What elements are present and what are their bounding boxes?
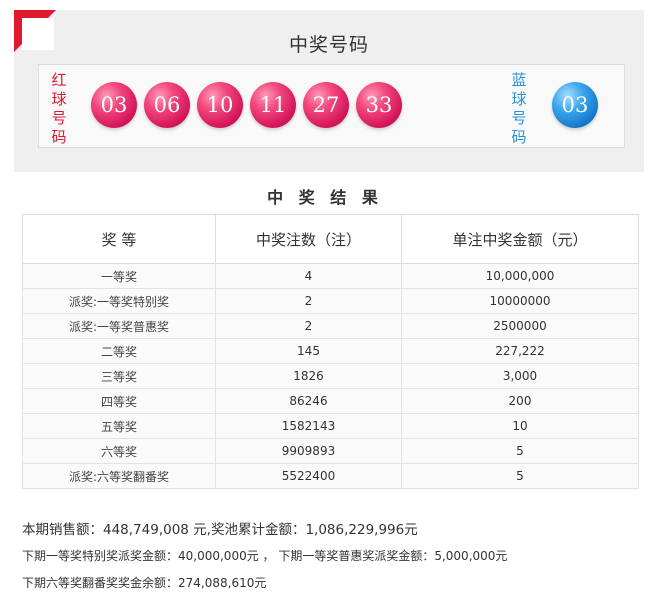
winner-count: 9909893 xyxy=(215,438,402,464)
prize-level: 一等奖 xyxy=(22,263,216,289)
winner-count: 2 xyxy=(215,313,402,339)
winner-count: 2 xyxy=(215,288,402,314)
prize-amount: 10,000,000 xyxy=(401,263,639,289)
col-header-amount: 单注中奖金额（元） xyxy=(401,214,639,264)
red-ball: 11 xyxy=(250,82,296,128)
prize-amount: 5 xyxy=(401,463,639,489)
red-ball: 33 xyxy=(356,82,402,128)
col-header-level: 奖 等 xyxy=(22,214,216,264)
winner-count: 86246 xyxy=(215,388,402,414)
blue-ball: 03 xyxy=(552,82,598,128)
prize-level: 五等奖 xyxy=(22,413,216,439)
winner-count: 145 xyxy=(215,338,402,364)
table-row: 六等奖 9909893 5 xyxy=(22,438,639,464)
prize-amount: 227,222 xyxy=(401,338,639,364)
red-ball-label: 红球号码 xyxy=(51,71,67,146)
table-header-row: 奖 等 中奖注数（注） 单注中奖金额（元） xyxy=(22,214,639,264)
winning-numbers-title: 中奖号码 xyxy=(288,34,369,56)
table-row: 四等奖 86246 200 xyxy=(22,388,639,414)
prize-level: 二等奖 xyxy=(22,338,216,364)
prize-level: 派奖:一等奖特别奖 xyxy=(22,288,216,314)
prize-results-table: 奖 等 中奖注数（注） 单注中奖金额（元） 一等奖 4 10,000,000 派… xyxy=(22,214,639,489)
red-ball: 03 xyxy=(91,82,137,128)
prize-amount: 2500000 xyxy=(401,313,639,339)
table-row: 一等奖 4 10,000,000 xyxy=(22,263,639,289)
prize-amount: 5 xyxy=(401,438,639,464)
prize-level: 四等奖 xyxy=(22,388,216,414)
table-row: 二等奖 145 227,222 xyxy=(22,338,639,364)
winner-count: 1826 xyxy=(215,363,402,389)
prize-amount: 10000000 xyxy=(401,288,639,314)
red-ball: 27 xyxy=(303,82,349,128)
winner-count: 4 xyxy=(215,263,402,289)
blue-ball-label: 蓝球号码 xyxy=(511,71,527,146)
prize-level: 派奖:一等奖普惠奖 xyxy=(22,313,216,339)
prize-level: 六等奖 xyxy=(22,438,216,464)
table-row: 派奖:一等奖普惠奖 2 2500000 xyxy=(22,313,639,339)
red-ball: 10 xyxy=(197,82,243,128)
table-row: 三等奖 1826 3,000 xyxy=(22,363,639,389)
prize-amount: 200 xyxy=(401,388,639,414)
prize-level: 三等奖 xyxy=(22,363,216,389)
col-header-count: 中奖注数（注） xyxy=(215,214,402,264)
table-row: 派奖:一等奖特别奖 2 10000000 xyxy=(22,288,639,314)
prize-amount: 3,000 xyxy=(401,363,639,389)
prize-amount: 10 xyxy=(401,413,639,439)
next-draw-bonus-text: 下期一等奖特别奖派奖金额：40,000,000元 ， 下期一等奖普惠奖派奖金额：… xyxy=(22,549,508,563)
table-row: 派奖:六等奖翻番奖 5522400 5 xyxy=(22,463,639,489)
results-title: 中 奖 结 果 xyxy=(267,188,383,207)
table-row: 五等奖 1582143 10 xyxy=(22,413,639,439)
sixth-prize-bonus-balance-text: 下期六等奖翻番奖奖金余额：274,088,610元 xyxy=(22,576,267,590)
winner-count: 1582143 xyxy=(215,413,402,439)
red-ball: 06 xyxy=(144,82,190,128)
winner-count: 5522400 xyxy=(215,463,402,489)
sales-and-jackpot-text: 本期销售额：448,749,008 元,奖池累计金额：1,086,229,996… xyxy=(22,522,418,538)
ball-panel: 红球号码 03 06 10 11 27 33 蓝球号码 03 xyxy=(38,64,625,148)
prize-level: 派奖:六等奖翻番奖 xyxy=(22,463,216,489)
